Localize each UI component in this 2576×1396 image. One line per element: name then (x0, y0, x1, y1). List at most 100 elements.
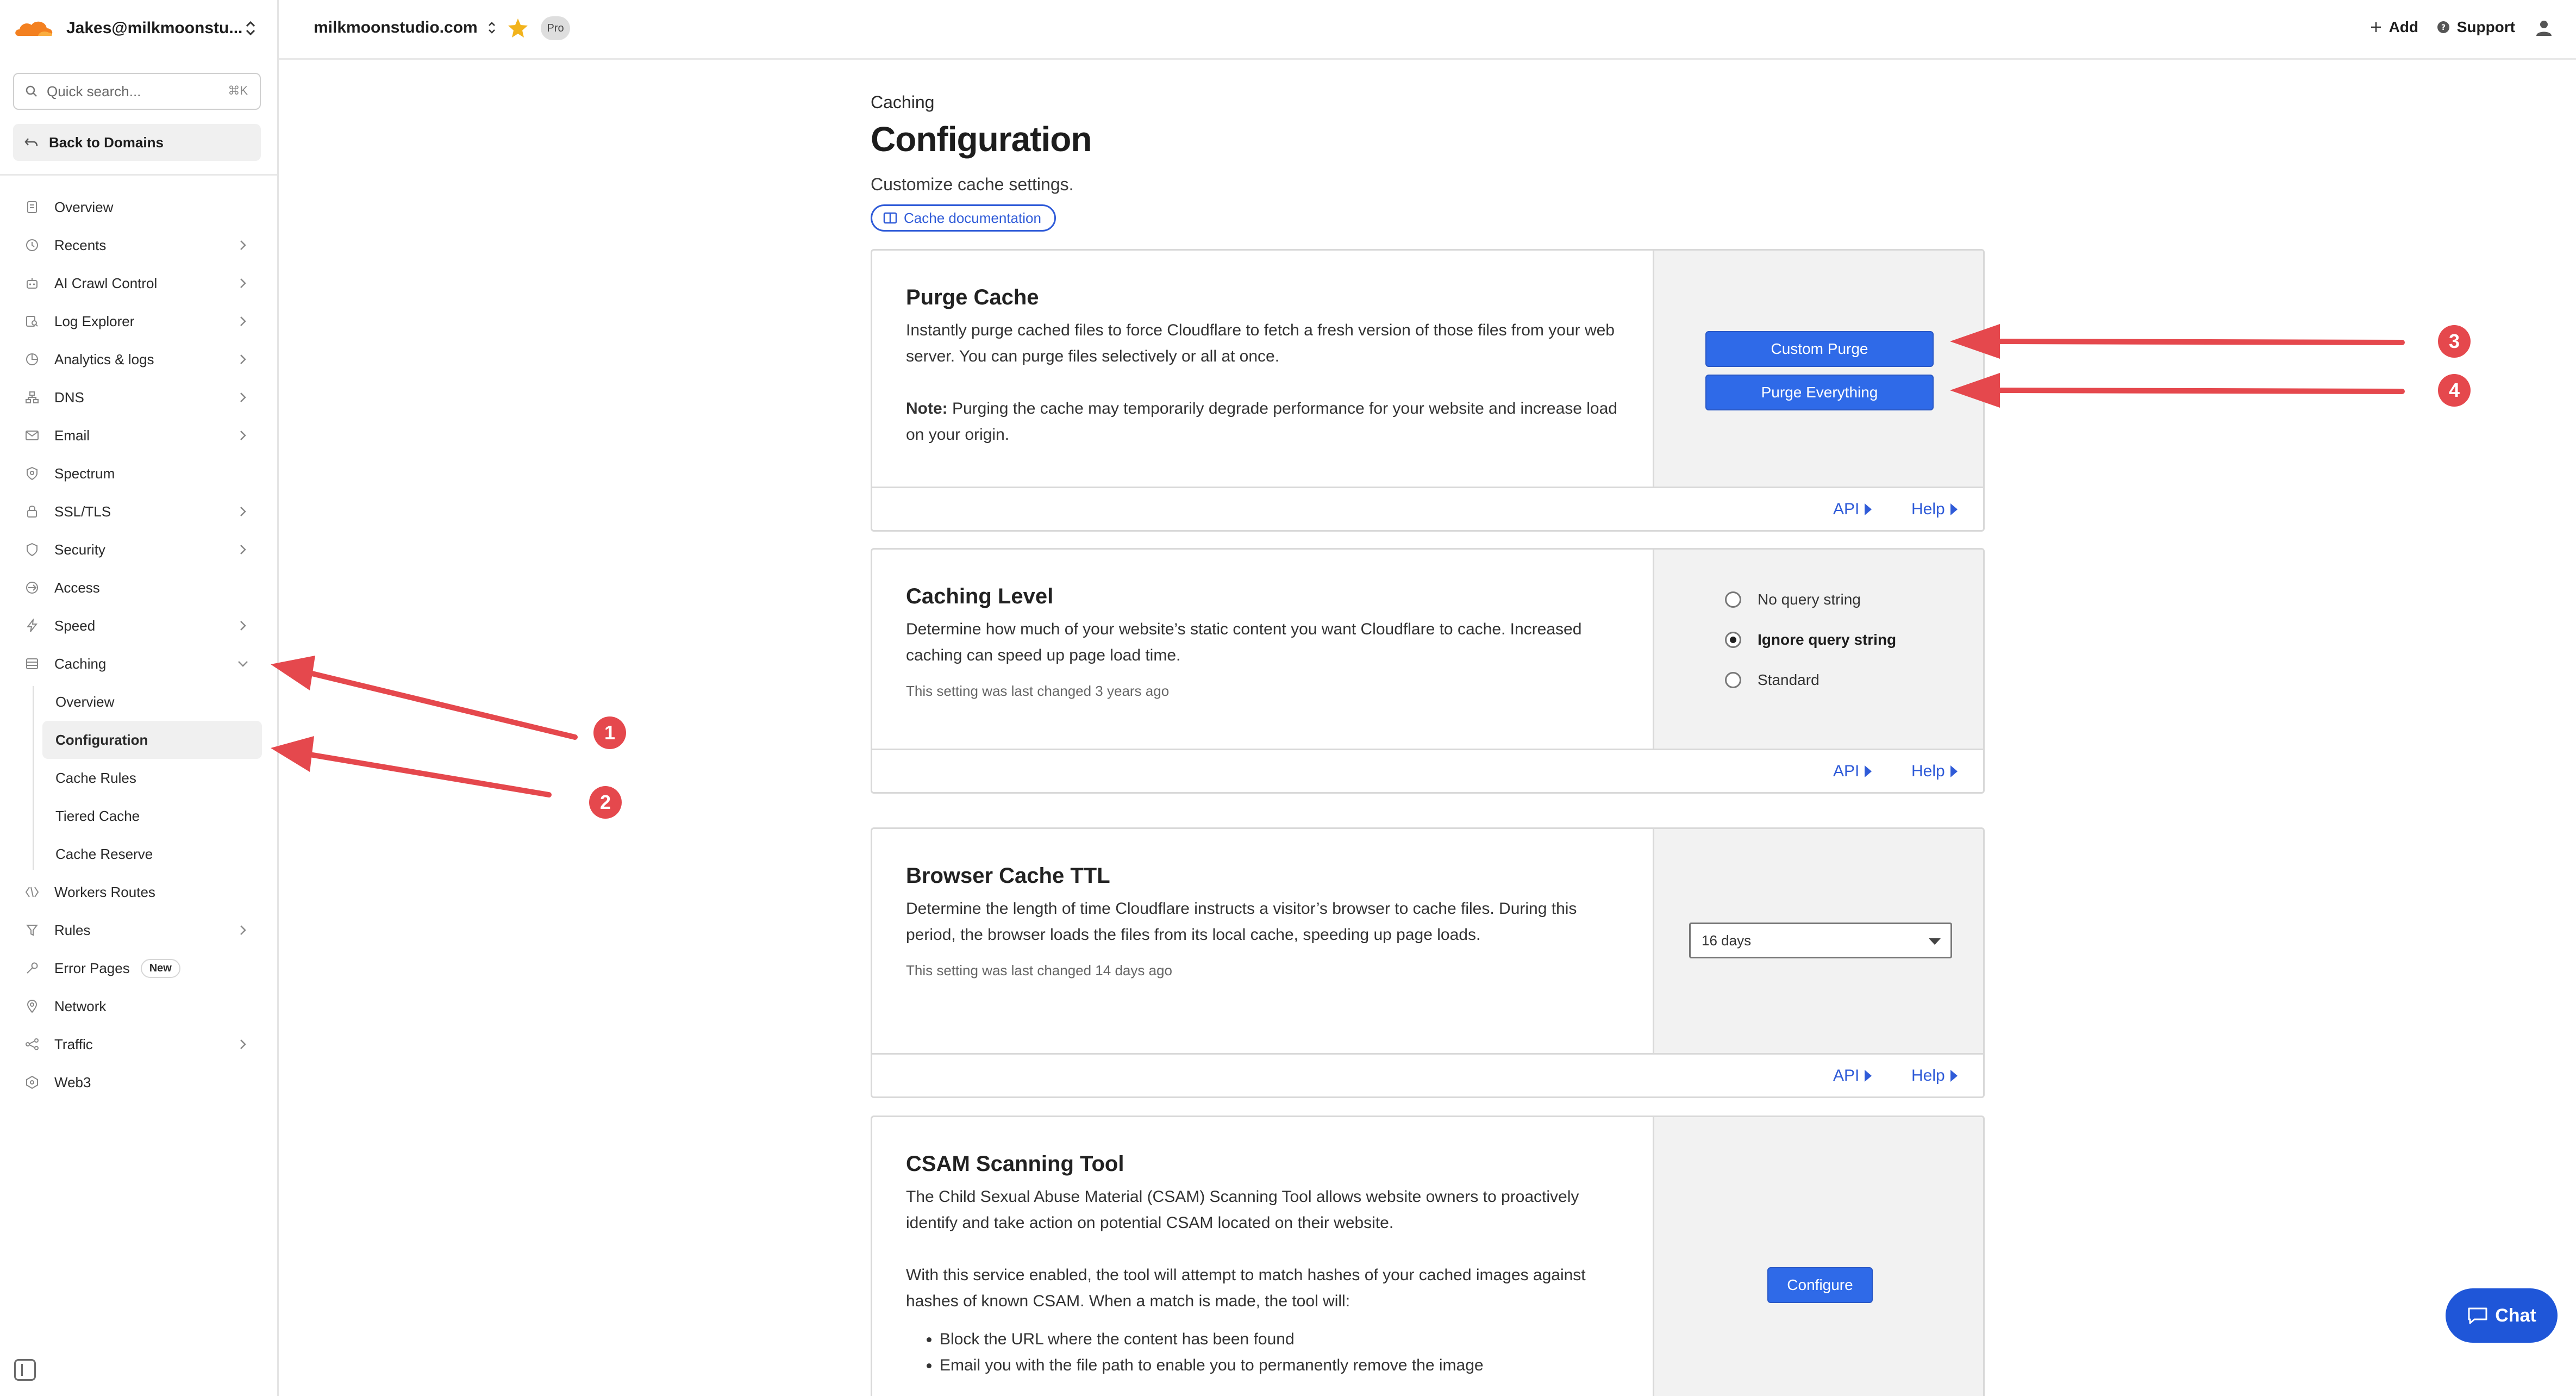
sidebar-item-web3[interactable]: Web3 (0, 1063, 277, 1101)
list-item: Email you with the file path to enable y… (940, 1353, 1619, 1379)
back-arrow-icon (24, 138, 38, 147)
sidebar-item-recents[interactable]: Recents (0, 226, 277, 264)
api-link[interactable]: API (1833, 1067, 1872, 1085)
custom-purge-button[interactable]: Custom Purge (1705, 331, 1934, 367)
configure-button[interactable]: Configure (1767, 1267, 1873, 1303)
book-icon (883, 212, 897, 224)
card-body: Browser Cache TTL Determine the length o… (872, 829, 1653, 1014)
sidebar-item-security[interactable]: Security (0, 531, 277, 569)
sidebar-item-caching[interactable]: Caching (0, 645, 277, 683)
help-link[interactable]: Help (1911, 762, 1958, 781)
sidebar-item-access[interactable]: Access (0, 569, 277, 607)
sidebar-item-speed[interactable]: Speed (0, 607, 277, 645)
radio-label: No query string (1758, 591, 1861, 608)
sidebar-item-network[interactable]: Network (0, 987, 277, 1025)
clock-icon (26, 239, 38, 251)
sidebar-item-label: Error Pages (54, 959, 130, 976)
domain-name: milkmoonstudio.com (314, 18, 478, 36)
traffic-icon (26, 1038, 39, 1050)
help-label: Help (1911, 500, 1945, 518)
radio-button-selected[interactable] (1725, 632, 1741, 648)
sidebar-item-rules[interactable]: Rules (0, 911, 277, 949)
sidebar-item-ssl-tls[interactable]: SSL/TLS (0, 493, 277, 531)
radio-button[interactable] (1725, 591, 1741, 608)
cache-documentation-link[interactable]: Cache documentation (871, 204, 1056, 232)
sidebar-item-analytics-logs[interactable]: Analytics & logs (0, 340, 277, 378)
sidebar-item-label: Overview (54, 198, 114, 215)
quick-search-input[interactable]: Quick search... ⌘K (13, 73, 261, 110)
add-button[interactable]: Add (2369, 18, 2418, 36)
submenu-item-overview[interactable]: Overview (0, 683, 277, 721)
triangle-right-icon (1865, 1070, 1872, 1082)
card-body: Caching Level Determine how much of your… (872, 550, 1653, 734)
sidebar-item-label: SSL/TLS (54, 503, 111, 520)
help-link[interactable]: Help (1911, 500, 1958, 519)
card-description: Instantly purge cached files to force Cl… (906, 321, 1615, 365)
breadcrumb[interactable]: Caching (871, 92, 1985, 113)
api-label: API (1833, 1067, 1860, 1085)
card-description-2: With this service enabled, the tool will… (906, 1266, 1586, 1310)
sidebar-item-email[interactable]: Email (0, 416, 277, 454)
submenu-item-configuration[interactable]: Configuration (42, 721, 262, 759)
envelope-icon (26, 431, 39, 440)
chat-bubble-icon (2468, 1307, 2487, 1324)
wrench-icon (27, 962, 38, 974)
sidebar-item-workers-routes[interactable]: Workers Routes (0, 873, 277, 911)
submenu-item-cache-rules[interactable]: Cache Rules (0, 759, 277, 797)
chevron-right-icon (240, 278, 246, 288)
submenu-item-tiered-cache[interactable]: Tiered Cache (0, 797, 277, 835)
sidebar-item-dns[interactable]: DNS (0, 378, 277, 416)
annotation-marker-3: 3 (2438, 325, 2471, 358)
help-label: Help (1911, 762, 1945, 780)
back-to-domains-button[interactable]: Back to Domains (13, 124, 261, 161)
csam-scanning-card: CSAM Scanning Tool The Child Sexual Abus… (871, 1115, 1985, 1396)
radio-no-query-string[interactable]: No query string (1725, 591, 1861, 608)
sidebar-item-label: AI Crawl Control (54, 275, 158, 291)
triangle-right-icon (1865, 765, 1872, 777)
api-link[interactable]: API (1833, 500, 1872, 519)
sidebar-item-ai-crawl-control[interactable]: AI Crawl Control (0, 264, 277, 302)
search-shortcut: ⌘K (228, 84, 248, 97)
annotation-arrow-4 (1950, 373, 2405, 408)
ttl-select[interactable]: 16 days (1689, 923, 1952, 958)
rules-icon (26, 925, 39, 936)
submenu-item-cache-reserve[interactable]: Cache Reserve (0, 835, 277, 873)
chat-label: Chat (2495, 1305, 2536, 1326)
csam-bullet-list: Block the URL where the content has been… (906, 1326, 1619, 1379)
workers-icon (25, 887, 39, 898)
main-content: Caching Configuration Customize cache se… (871, 92, 1985, 232)
chart-icon (26, 353, 38, 365)
support-button[interactable]: ? Support (2436, 18, 2515, 36)
api-link[interactable]: API (1833, 762, 1872, 781)
sidebar-item-log-explorer[interactable]: Log Explorer (0, 302, 277, 340)
user-icon[interactable] (2535, 18, 2553, 37)
triangle-right-icon (1865, 503, 1872, 515)
sidebar-item-overview[interactable]: Overview (0, 188, 277, 226)
sidebar-item-traffic[interactable]: Traffic (0, 1025, 277, 1063)
chevron-right-icon (240, 545, 246, 554)
radio-button[interactable] (1725, 672, 1741, 688)
api-label: API (1833, 500, 1860, 518)
back-label: Back to Domains (49, 134, 164, 151)
card-options: No query string Ignore query string Stan… (1653, 550, 1983, 750)
submenu-label: Tiered Cache (55, 807, 140, 824)
network-icon (26, 391, 39, 403)
star-icon[interactable] (506, 16, 530, 40)
chat-button[interactable]: Chat (2446, 1288, 2558, 1343)
card-description: Determine the length of time Cloudflare … (906, 900, 1577, 944)
annotation-marker-1: 1 (593, 716, 626, 749)
radio-standard[interactable]: Standard (1725, 671, 1820, 689)
chevron-right-icon (240, 431, 246, 440)
account-switcher[interactable]: Jakes@milkmoonstu... (13, 13, 263, 43)
sidebar-item-error-pages[interactable]: Error Pages New (0, 949, 277, 987)
domain-switcher[interactable]: milkmoonstudio.com (314, 18, 497, 37)
bot-icon (27, 278, 37, 289)
chevron-right-icon (240, 925, 246, 935)
collapse-sidebar-icon[interactable] (14, 1359, 36, 1381)
sidebar-item-spectrum[interactable]: Spectrum (0, 454, 277, 493)
help-link[interactable]: Help (1911, 1067, 1958, 1085)
sidebar-item-label: Spectrum (54, 465, 115, 482)
radio-ignore-query-string[interactable]: Ignore query string (1725, 631, 1896, 649)
purge-everything-button[interactable]: Purge Everything (1705, 375, 1934, 410)
triangle-right-icon (1950, 1070, 1958, 1082)
